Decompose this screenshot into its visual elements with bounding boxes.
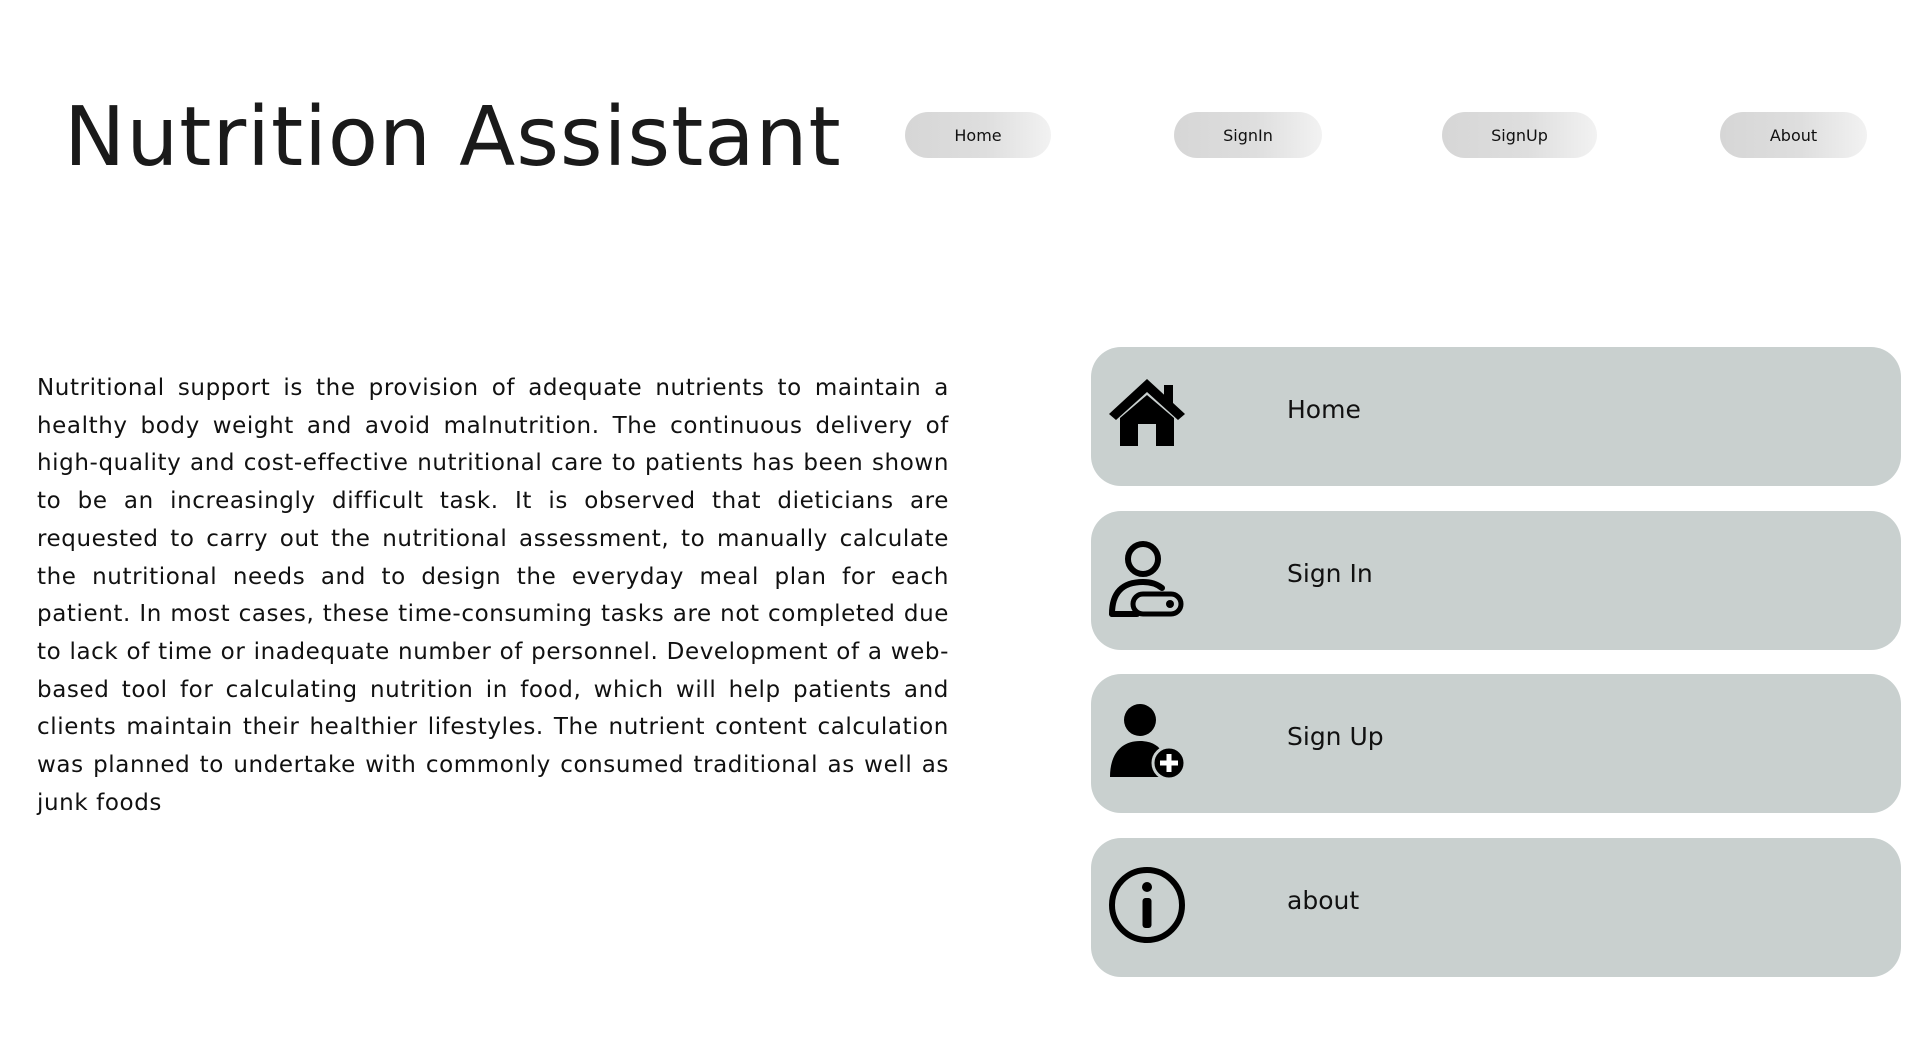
page: Nutrition Assistant Home SignIn SignUp A…: [0, 0, 1920, 1060]
nav-about-button[interactable]: About: [1720, 112, 1867, 158]
menu-card-signin-label: Sign In: [1287, 559, 1373, 588]
info-circle-icon: [1107, 865, 1187, 945]
house-icon: [1107, 374, 1187, 454]
nav-signin-button[interactable]: SignIn: [1174, 112, 1322, 158]
menu-card-about[interactable]: about: [1091, 838, 1901, 977]
menu-card-signup[interactable]: Sign Up: [1091, 674, 1901, 813]
menu-card-signin[interactable]: Sign In: [1091, 511, 1901, 650]
intro-paragraph: Nutritional support is the provision of …: [37, 375, 949, 816]
nav-signup-button[interactable]: SignUp: [1442, 112, 1597, 158]
menu-card-home[interactable]: Home: [1091, 347, 1901, 486]
nav-home-button[interactable]: Home: [905, 112, 1051, 158]
top-nav: Home SignIn SignUp About: [0, 0, 1920, 200]
menu-card-signup-label: Sign Up: [1287, 722, 1384, 751]
user-plus-icon: [1107, 701, 1187, 781]
menu-card-about-label: about: [1287, 886, 1360, 915]
menu-card-home-label: Home: [1287, 395, 1361, 424]
user-key-icon: [1107, 538, 1187, 618]
